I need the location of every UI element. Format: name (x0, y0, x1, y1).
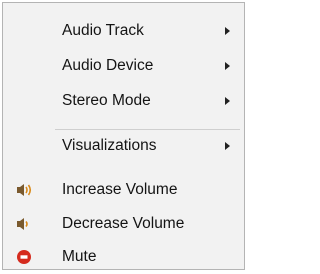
menu-item-audio-track[interactable]: Audio Track (4, 15, 243, 47)
menu-item-stereo-mode[interactable]: Stereo Mode (4, 85, 243, 117)
menu-item-decrease-volume[interactable]: Decrease Volume (4, 208, 243, 240)
menu-item-label: Audio Track (62, 22, 144, 39)
menu-item-label: Audio Device (62, 57, 154, 74)
menu-item-label: Decrease Volume (62, 215, 185, 232)
volume-up-icon (16, 182, 34, 198)
menu-item-audio-device[interactable]: Audio Device (4, 50, 243, 82)
menu-item-increase-volume[interactable]: Increase Volume (4, 174, 243, 206)
submenu-arrow-icon (225, 97, 230, 105)
mute-icon (16, 249, 34, 265)
context-menu: Audio Track Audio Device Stereo Mode Vis… (2, 2, 245, 270)
submenu-arrow-icon (225, 27, 230, 35)
menu-item-label: Visualizations (62, 137, 157, 154)
menu-item-label: Increase Volume (62, 181, 178, 198)
menu-item-label: Stereo Mode (62, 92, 151, 109)
menu-item-mute[interactable]: Mute (4, 241, 243, 273)
menu-item-visualizations[interactable]: Visualizations (4, 130, 243, 162)
submenu-arrow-icon (225, 142, 230, 150)
volume-down-icon (16, 216, 34, 232)
menu-item-label: Mute (62, 248, 97, 265)
submenu-arrow-icon (225, 62, 230, 70)
